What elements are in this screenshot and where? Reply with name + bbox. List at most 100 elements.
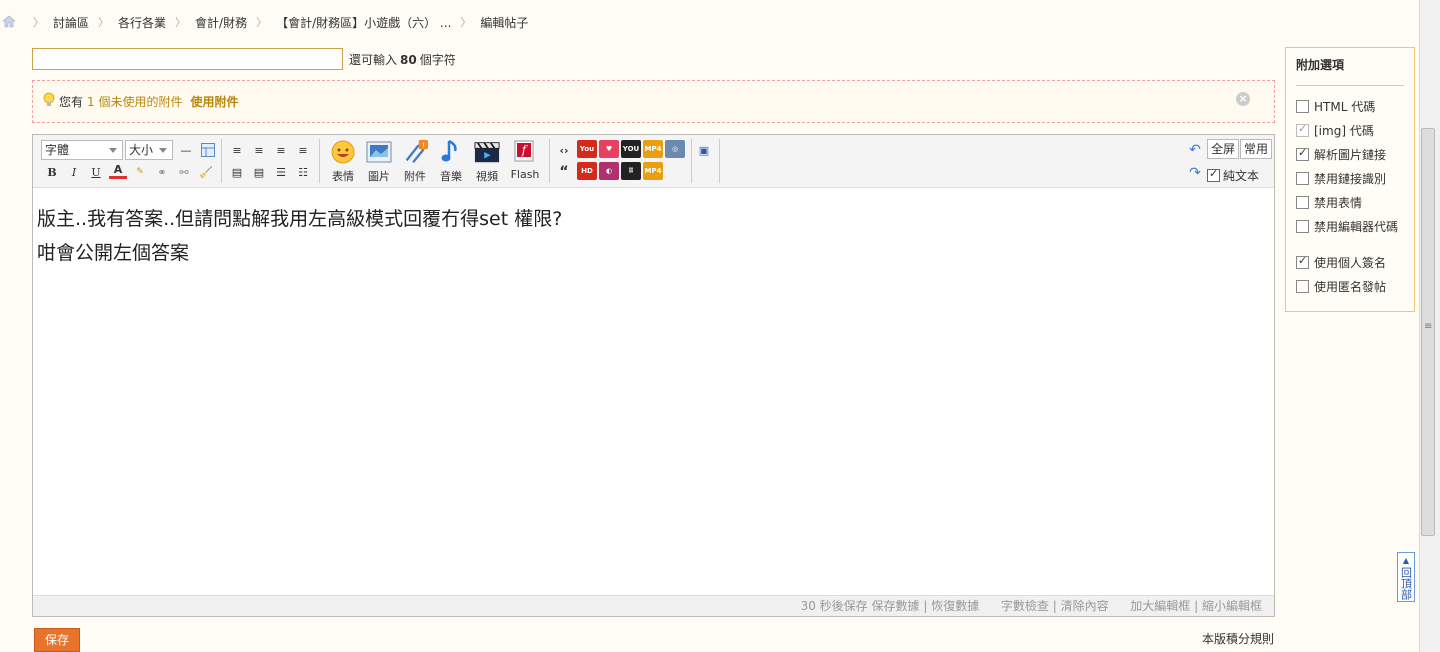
attachment-button[interactable]: ! 附件: [399, 139, 431, 185]
back-to-top-label: 回頂部: [1399, 567, 1413, 600]
video-label: 視頻: [476, 170, 498, 183]
save-data-link[interactable]: 保存數據: [871, 599, 919, 613]
link-icon[interactable]: ⚭: [153, 163, 171, 181]
size-select[interactable]: 大小: [125, 140, 173, 160]
float-left-icon[interactable]: ▤: [228, 163, 246, 181]
emoticon-label: 表情: [332, 170, 354, 183]
undo-icon[interactable]: ↶: [1186, 141, 1204, 159]
save-button[interactable]: 保存: [34, 628, 80, 652]
you-site-icon[interactable]: YOU: [621, 140, 641, 158]
board-credit-rules-link[interactable]: 本版積分規則: [1202, 630, 1274, 647]
emoticon-button[interactable]: 表情: [327, 139, 359, 185]
options-title: 附加選項: [1296, 56, 1404, 86]
music-button[interactable]: 音樂: [435, 139, 467, 185]
image-button[interactable]: 圖片: [363, 139, 395, 185]
video-button[interactable]: 視頻: [471, 139, 503, 185]
editor-content[interactable]: 版主..我有答案..但請問點解我用左高級模式回覆冇得set 權限? 咁會公開左個…: [33, 188, 1274, 284]
up-arrow-icon: ▲: [1402, 556, 1410, 565]
paperclip-icon: !: [402, 139, 428, 165]
checkbox[interactable]: [1296, 171, 1309, 185]
align-center-icon[interactable]: ≡: [250, 141, 268, 159]
svg-text:!: !: [422, 140, 425, 149]
font-color-icon[interactable]: A: [109, 163, 127, 179]
align-right-icon[interactable]: ≡: [272, 141, 290, 159]
plain-text-toggle[interactable]: ✓ 純文本: [1207, 167, 1259, 184]
option-label: 解析圖片鏈接: [1314, 147, 1387, 162]
enlarge-editor-link[interactable]: 加大編輯框: [1130, 599, 1190, 613]
word-check-link[interactable]: 字數檢查: [1001, 599, 1049, 613]
flash-icon: f: [512, 139, 538, 165]
checkbox[interactable]: [1296, 122, 1309, 137]
option-label: [img] 代碼: [1314, 123, 1374, 138]
media-site-icon[interactable]: ♥: [599, 140, 619, 158]
fullscreen-button[interactable]: 全屏: [1207, 139, 1240, 159]
page-break-icon[interactable]: ▣: [695, 141, 713, 159]
option-html-code[interactable]: HTML 代碼: [1296, 94, 1404, 118]
clear-format-icon[interactable]: 🧹: [197, 163, 215, 181]
highlight-icon[interactable]: ✎: [131, 163, 149, 181]
breadcrumb-thread[interactable]: 【會計/財務區】小遊戲（六） ...: [276, 14, 451, 31]
breadcrumb-separator: 〉: [460, 16, 472, 29]
content-line: 咁會公開左個答案: [37, 242, 190, 264]
dots-media-icon[interactable]: ⠿: [621, 162, 641, 180]
separator: |: [923, 599, 928, 613]
unordered-list-icon[interactable]: ☷: [294, 163, 312, 181]
checkbox[interactable]: [1296, 254, 1309, 269]
shrink-editor-link[interactable]: 縮小編輯框: [1202, 599, 1262, 613]
mp4-icon[interactable]: MP4: [643, 140, 663, 158]
home-icon[interactable]: [2, 15, 18, 29]
option-img-code[interactable]: [img] 代碼: [1296, 118, 1404, 142]
extra-options-panel: 附加選項 HTML 代碼 [img] 代碼 解析圖片鏈接 禁用鏈接識別 禁用表情…: [1285, 47, 1415, 312]
option-disable-editor-code[interactable]: 禁用編輯器代碼: [1296, 214, 1404, 238]
subject-input[interactable]: [32, 48, 343, 70]
separator: |: [1052, 599, 1057, 613]
redo-icon[interactable]: ↷: [1186, 164, 1204, 182]
quote-icon[interactable]: “: [555, 163, 573, 181]
editor-statusbar: 30 秒後保存 保存數據 | 恢復數據 字數檢查 | 清除內容 加大編輯框 | …: [33, 595, 1274, 616]
option-label: 禁用鏈接識別: [1314, 171, 1387, 186]
breadcrumb-forum[interactable]: 討論區: [53, 14, 89, 31]
bold-button[interactable]: B: [43, 163, 61, 181]
breadcrumb-industries[interactable]: 各行各業: [118, 14, 166, 31]
editor: 字體 大小 — B I U A ✎ ⚭ ⚯ 🧹 ≡ ≡ ≡ ≡ ▤ ▤ ☰ ☷ …: [32, 134, 1275, 617]
float-right-icon[interactable]: ▤: [250, 163, 268, 181]
search-media-icon[interactable]: ◎: [665, 140, 685, 158]
option-use-signature[interactable]: 使用個人簽名: [1296, 250, 1404, 274]
ordered-list-icon[interactable]: ☰: [272, 163, 290, 181]
youtube-hd-icon[interactable]: HD: [577, 162, 597, 180]
breadcrumb-accounting[interactable]: 會計/財務: [195, 14, 247, 31]
italic-button[interactable]: I: [65, 163, 83, 181]
font-select[interactable]: 字體: [41, 140, 123, 160]
code-icon[interactable]: ‹›: [555, 141, 573, 159]
option-disable-link-detect[interactable]: 禁用鏈接識別: [1296, 166, 1404, 190]
underline-button[interactable]: U: [87, 163, 105, 181]
unlink-icon[interactable]: ⚯: [175, 163, 193, 181]
clear-content-link[interactable]: 清除內容: [1061, 599, 1109, 613]
close-icon[interactable]: ×: [1236, 92, 1250, 106]
checkbox[interactable]: [1296, 279, 1309, 293]
flash-label: Flash: [510, 168, 540, 181]
use-attachment-link[interactable]: 使用附件: [190, 93, 238, 110]
media-site-2-icon[interactable]: ◐: [599, 162, 619, 180]
flash-button[interactable]: f Flash: [509, 139, 541, 185]
horizontal-rule-icon[interactable]: —: [177, 141, 195, 159]
back-to-top-button[interactable]: ▲ 回頂部: [1397, 552, 1415, 602]
checkbox[interactable]: [1296, 219, 1309, 233]
scrollbar-thumb[interactable]: [1421, 128, 1435, 536]
checkbox[interactable]: [1296, 99, 1309, 113]
checkbox[interactable]: [1296, 146, 1309, 161]
youtube-icon[interactable]: You: [577, 140, 597, 158]
option-parse-image-links[interactable]: 解析圖片鏈接: [1296, 142, 1404, 166]
table-icon[interactable]: [199, 141, 217, 159]
option-disable-smilies[interactable]: 禁用表情: [1296, 190, 1404, 214]
checkbox[interactable]: [1296, 195, 1309, 209]
align-justify-icon[interactable]: ≡: [294, 141, 312, 159]
image-icon: [366, 139, 392, 165]
align-left-icon[interactable]: ≡: [228, 141, 246, 159]
option-anonymous-post[interactable]: 使用匿名發帖: [1296, 274, 1404, 298]
mp4-2-icon[interactable]: MP4: [643, 162, 663, 180]
plain-text-label: 純文本: [1223, 169, 1260, 183]
restore-data-link[interactable]: 恢復數據: [931, 599, 979, 613]
common-button[interactable]: 常用: [1240, 139, 1273, 159]
plain-text-checkbox[interactable]: ✓: [1207, 167, 1220, 182]
